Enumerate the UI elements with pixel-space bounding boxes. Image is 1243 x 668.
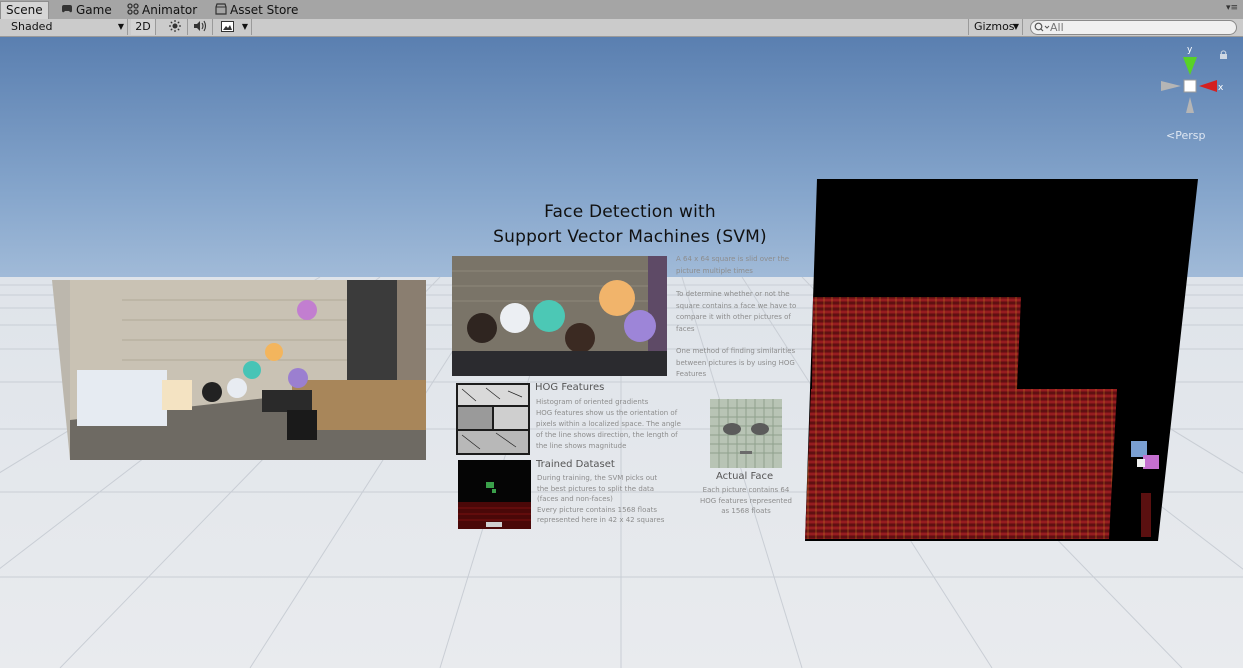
speaker-icon: [194, 20, 207, 32]
intro-text-line: picture multiple times: [676, 266, 753, 275]
dataset-text-line: Every picture contains 1568 floats: [537, 505, 658, 514]
actual-face-heading: Actual Face: [716, 471, 774, 482]
hog-heading: HOG Features: [535, 382, 605, 393]
intro-text-line: compare it with other pictures of: [676, 313, 791, 321]
avatar-group-photo[interactable]: [452, 256, 667, 376]
intro-text-line: A 64 x 64 square is slid over the: [676, 255, 790, 263]
scene-effects-dropdown[interactable]: ▼: [215, 19, 252, 35]
hog-text-line: Histogram of oriented gradients: [536, 398, 649, 406]
intro-paragraph-1: A 64 x 64 square is slid over the pictur…: [676, 254, 789, 277]
trained-dataset-description: During training, the SVM picks out the b…: [537, 473, 664, 526]
trained-dataset-heading: Trained Dataset: [536, 459, 615, 470]
hog-text-line: of the line shows direction, the length …: [536, 431, 678, 439]
gizmo-y-axis-cone[interactable]: [1183, 57, 1197, 75]
face-text-line: HOG features represented: [700, 496, 792, 505]
intro-text-line: One method of finding similarities: [676, 347, 796, 355]
hog-description: Histogram of oriented gradients HOG feat…: [536, 397, 681, 452]
sun-icon: [168, 20, 181, 32]
scene-toolbar: Shaded ▼ 2D ▼ Gizmos ▼ All: [0, 19, 1243, 37]
intro-text-line: Features: [676, 370, 707, 378]
dataset-text-line: During training, the SVM picks out: [537, 474, 658, 482]
projection-label: Persp: [1175, 129, 1206, 142]
persp-chevron-icon: <: [1166, 129, 1176, 142]
gizmo-x-axis-cone[interactable]: [1199, 80, 1217, 92]
search-icon: [1034, 22, 1050, 32]
image-effects-icon: [221, 21, 234, 32]
tab-scene-label: Scene: [6, 3, 43, 17]
orientation-gizmo[interactable]: y x: [1155, 43, 1230, 123]
2d-mode-label: 2D: [135, 20, 151, 33]
lock-icon[interactable]: [1220, 50, 1227, 59]
intro-text-line: between pictures is by using HOG: [676, 358, 795, 367]
intro-text-line: To determine whether or not the: [676, 290, 790, 298]
2d-mode-toggle[interactable]: 2D: [131, 19, 156, 35]
gizmo-neg-x-axis-cone[interactable]: [1161, 81, 1181, 91]
hog-dataset-visualization-board[interactable]: [805, 179, 1198, 541]
board-title-line-1: Face Detection with: [544, 202, 716, 222]
editor-tab-bar: Scene Game Animator Asset Store ▾≡: [0, 0, 1243, 20]
board-title: Face Detection with Support Vector Machi…: [452, 200, 808, 250]
actual-face-hog-image[interactable]: [710, 399, 782, 468]
hog-text-line: HOG features show us the orientation of: [536, 409, 678, 417]
intro-text-line: faces: [676, 324, 695, 333]
actual-face-description: Each picture contains 64 HOG features re…: [694, 485, 798, 517]
search-placeholder: All: [1050, 21, 1064, 34]
shading-mode-value: Shaded: [11, 20, 53, 33]
gizmo-center-cube[interactable]: [1183, 79, 1197, 93]
tab-animator[interactable]: Animator: [127, 2, 197, 19]
gizmo-neg-y-axis-cone[interactable]: [1186, 97, 1194, 113]
gizmos-label: Gizmos: [974, 20, 1015, 33]
group-photo-board[interactable]: [52, 280, 426, 460]
face-text-line: Each picture contains 64: [702, 486, 790, 494]
tab-game-label: Game: [76, 3, 112, 17]
scene-audio-toggle[interactable]: [188, 19, 213, 35]
face-text-line: as 1568 floats: [721, 507, 771, 515]
hog-features-image[interactable]: [456, 383, 530, 455]
shading-mode-dropdown[interactable]: Shaded ▼: [0, 19, 128, 35]
hierarchy-search-input[interactable]: All: [1030, 20, 1237, 35]
intro-paragraph-3: One method of finding similarities betwe…: [676, 346, 795, 381]
tab-animator-label: Animator: [142, 3, 198, 17]
gizmo-y-label: y: [1187, 45, 1193, 55]
tab-asset-store[interactable]: Asset Store: [215, 2, 298, 19]
chevron-down-icon: ▼: [241, 22, 248, 31]
scene-lighting-toggle[interactable]: [162, 19, 188, 35]
game-controller-icon: [62, 5, 72, 13]
dataset-text-line: represented here in 42 x 42 squares: [537, 516, 665, 524]
scene-viewport[interactable]: y x <Persp Face Detection with Support V…: [0, 37, 1243, 668]
board-title-line-2: Support Vector Machines (SVM): [493, 227, 767, 247]
tab-game[interactable]: Game: [61, 2, 112, 19]
gizmo-x-label: x: [1218, 83, 1224, 93]
tab-asset-store-label: Asset Store: [230, 3, 299, 17]
intro-paragraph-2: To determine whether or not the square c…: [676, 289, 796, 335]
animator-icon: [127, 3, 139, 15]
gizmos-dropdown[interactable]: Gizmos ▼: [968, 19, 1023, 35]
dataset-text-line: (faces and non-faces): [537, 495, 613, 503]
chevron-down-icon: ▼: [1012, 22, 1019, 31]
intro-text-line: square contains a face we have to: [676, 301, 797, 310]
hog-text-line: the line shows magnitude: [536, 442, 627, 450]
trained-dataset-image[interactable]: [458, 460, 531, 529]
dataset-text-line: the best pictures to split the data: [537, 484, 655, 493]
chevron-down-icon: ▼: [117, 22, 124, 31]
projection-toggle[interactable]: <Persp: [1166, 129, 1205, 142]
asset-store-icon: [215, 3, 227, 15]
tab-options-menu-icon[interactable]: ▾≡: [1226, 3, 1238, 13]
tab-scene[interactable]: Scene: [0, 1, 49, 20]
hog-text-line: pixels within a localized space. The ang…: [536, 420, 681, 428]
